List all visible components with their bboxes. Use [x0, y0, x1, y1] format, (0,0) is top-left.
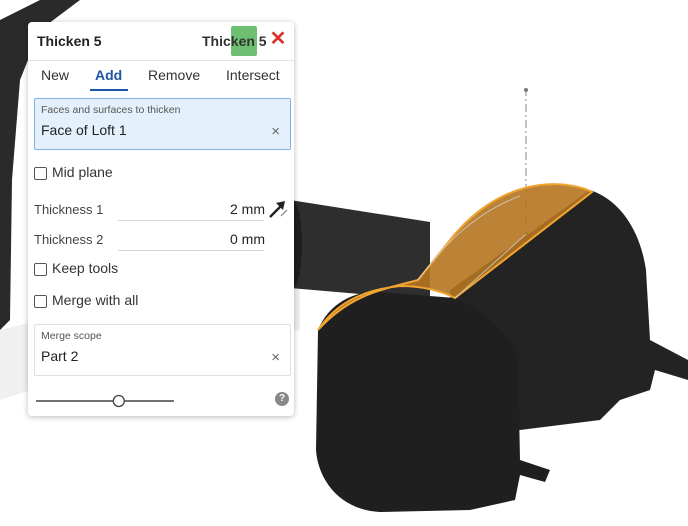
faces-field-value[interactable]: Face of Loft 1 [41, 122, 127, 138]
tab-new[interactable]: New [41, 67, 69, 83]
feature-name-field[interactable]: Thicken 5 [202, 33, 267, 49]
keep-tools-checkbox[interactable] [34, 263, 47, 276]
dialog-title: Thicken 5 [37, 33, 102, 49]
slider-handle[interactable] [112, 394, 125, 408]
preview-slider[interactable] [34, 394, 184, 408]
thickness1-underline [118, 220, 264, 221]
merge-scope-field[interactable]: Merge scope Part 2 × [34, 324, 291, 376]
thickness2-row: Thickness 2 0 mm [34, 228, 289, 252]
merge-with-all-label: Merge with all [52, 292, 139, 308]
axis-point-top[interactable] [524, 88, 528, 92]
thickness1-input[interactable]: 2 mm [230, 201, 265, 217]
dialog-header: Thicken 5 Thicken 5 ✕ [28, 22, 294, 61]
operation-tabs: New Add Remove Intersect [28, 62, 294, 91]
active-tab-indicator [90, 89, 128, 91]
tab-intersect[interactable]: Intersect [226, 67, 280, 83]
close-icon[interactable]: ✕ [269, 28, 287, 50]
keep-tools-option[interactable]: Keep tools [34, 260, 184, 280]
thickness1-label: Thickness 1 [34, 202, 104, 217]
mid-plane-checkbox[interactable] [34, 167, 47, 180]
merge-scope-label: Merge scope [41, 330, 102, 342]
help-icon[interactable]: ? [275, 392, 289, 406]
clear-merge-scope-icon[interactable]: × [271, 349, 280, 366]
tab-add[interactable]: Add [95, 67, 122, 83]
faces-selection-field[interactable]: Faces and surfaces to thicken Face of Lo… [34, 98, 291, 150]
thickness1-row: Thickness 1 2 mm [34, 198, 289, 222]
faces-field-label: Faces and surfaces to thicken [41, 104, 181, 116]
tab-remove[interactable]: Remove [148, 67, 200, 83]
mid-plane-label: Mid plane [52, 164, 113, 180]
keep-tools-label: Keep tools [52, 260, 119, 276]
thickness2-input[interactable]: 0 mm [230, 231, 265, 247]
thicken-feature-dialog: Thicken 5 Thicken 5 ✕ New Add Remove Int… [28, 22, 294, 416]
thickness2-underline [118, 250, 264, 251]
flip-direction-icon[interactable] [267, 198, 289, 220]
merge-with-all-checkbox[interactable] [34, 295, 47, 308]
clear-faces-icon[interactable]: × [271, 123, 280, 140]
merge-scope-value[interactable]: Part 2 [41, 348, 78, 364]
merge-with-all-option[interactable]: Merge with all [34, 292, 214, 312]
mid-plane-option[interactable]: Mid plane [34, 164, 184, 184]
thickness2-label: Thickness 2 [34, 232, 104, 247]
